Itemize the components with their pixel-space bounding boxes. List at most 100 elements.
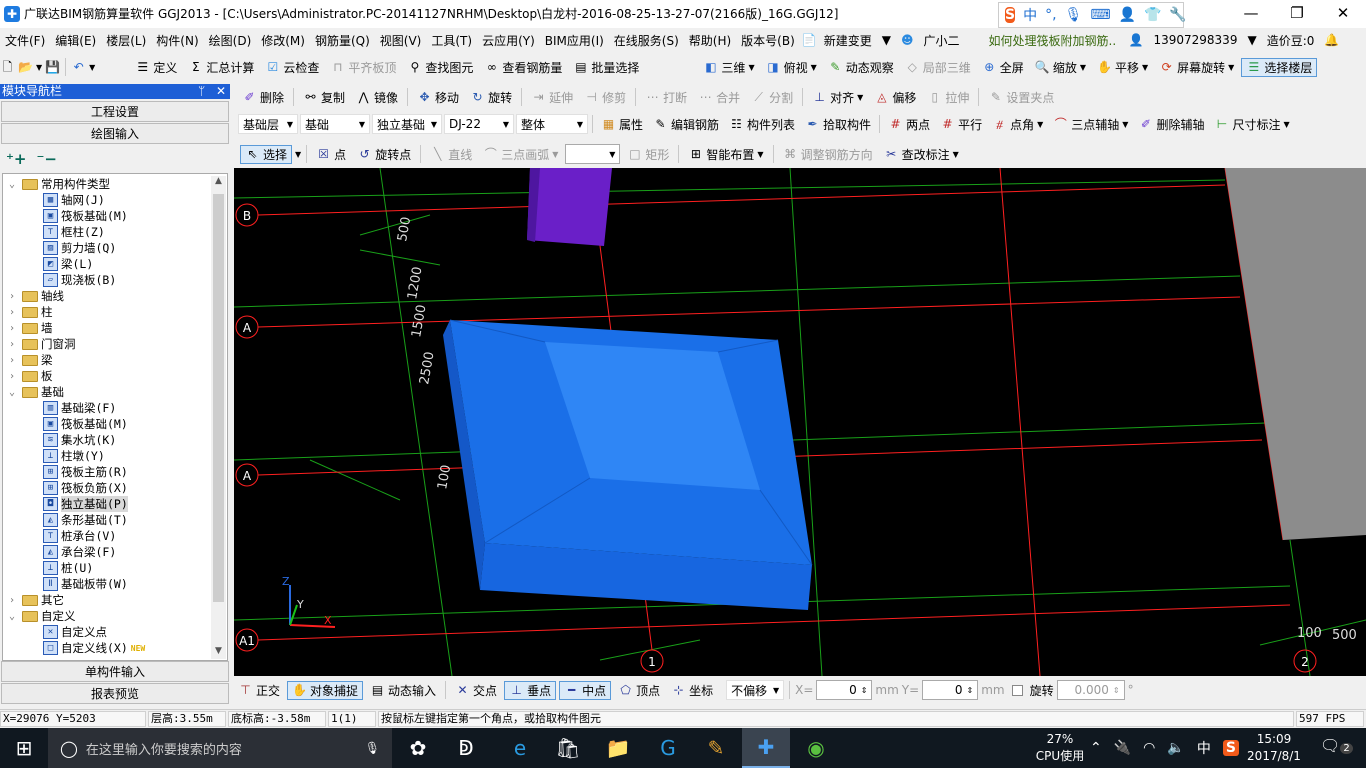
orbit-button[interactable]: ✎ 动态观察: [824, 59, 898, 76]
component-select[interactable]: DJ-22 ▼: [444, 114, 514, 134]
chevron-down-icon[interactable]: ▼: [953, 150, 959, 159]
extend-button[interactable]: ⇥ 延伸: [527, 89, 577, 106]
type-select[interactable]: 独立基础 ▼: [372, 114, 442, 134]
trim-button[interactable]: ⊣ 修剪: [580, 89, 630, 106]
new-change-button[interactable]: 新建变更: [819, 32, 877, 49]
menu-component[interactable]: 构件(N): [151, 32, 203, 49]
tree-item[interactable]: ⊥ 桩(U): [43, 560, 93, 576]
menu-version[interactable]: 版本号(B): [736, 32, 800, 49]
tree-item[interactable]: ⌄ 基础: [9, 384, 64, 400]
chevron-down-icon[interactable]: ▼: [552, 150, 558, 159]
component-list-button[interactable]: ☷ 构件列表: [725, 116, 799, 133]
collapsed-chevron-icon[interactable]: ›: [9, 595, 19, 606]
tree-item[interactable]: ≋ 集水坑(K): [43, 432, 116, 448]
clock[interactable]: 15:09 2017/8/1: [1246, 731, 1302, 765]
set-grip-button[interactable]: ✎ 设置夹点: [984, 89, 1058, 106]
tree-item[interactable]: ▱ 现浇板(B): [43, 272, 116, 288]
browser-icon[interactable]: ↁ: [442, 728, 490, 768]
chevron-down-icon[interactable]: ▼: [89, 63, 95, 72]
merge-button[interactable]: ⋯ 合并: [694, 89, 744, 106]
y-input[interactable]: 0 ⇕: [922, 680, 979, 700]
category-select[interactable]: 基础 ▼: [300, 114, 370, 134]
select-floor-button[interactable]: ☰ 选择楼层: [1241, 57, 1318, 77]
action-center-icon[interactable]: 🗨 2: [1320, 736, 1353, 755]
tree-item[interactable]: › 其它: [9, 592, 64, 608]
ime-indicator[interactable]: 中: [1197, 738, 1211, 758]
collapsed-chevron-icon[interactable]: ›: [9, 323, 19, 334]
show-hidden-icons[interactable]: ⌃: [1090, 740, 1102, 756]
menu-draw[interactable]: 绘图(D): [204, 32, 257, 49]
notes-app-icon[interactable]: ✎: [692, 728, 740, 768]
top-view-button[interactable]: ◨ 俯视 ▼: [762, 59, 821, 76]
chevron-down-icon[interactable]: ▼: [748, 63, 754, 72]
drawing-canvas[interactable]: B A A A1 1 2 500 1200 1500 2500 100 100 …: [234, 168, 1366, 676]
assistant-button[interactable]: 广小二: [919, 32, 965, 49]
chevron-down-icon[interactable]: ▼: [295, 150, 301, 159]
intersection-snap-button[interactable]: ✕ 交点: [451, 682, 501, 699]
menu-cloud[interactable]: 云应用(Y): [477, 32, 540, 49]
restore-button[interactable]: ❐: [1274, 0, 1320, 28]
tree-item[interactable]: ⊥ 柱墩(Y): [43, 448, 105, 464]
tree-item[interactable]: ◭ 承台梁(F): [43, 544, 116, 560]
menu-edit[interactable]: 编辑(E): [50, 32, 101, 49]
tree-item[interactable]: ⊤ 框柱(Z): [43, 224, 105, 240]
rectangle-button[interactable]: □ 矩形: [623, 146, 673, 163]
scroll-down-icon[interactable]: ▼: [211, 646, 226, 656]
menu-bim[interactable]: BIM应用(I): [540, 32, 609, 49]
keyboard-icon[interactable]: ⌨: [1090, 7, 1110, 23]
chevron-down-icon[interactable]: ▼: [1080, 63, 1086, 72]
tree-item[interactable]: ▣ 筏板基础(M): [43, 208, 128, 224]
windows-start-icon[interactable]: ⊞: [0, 728, 48, 768]
stretch-button[interactable]: ▯ 拉伸: [923, 89, 973, 106]
wrench-icon[interactable]: 🔧: [1169, 7, 1186, 23]
object-snap-button[interactable]: ✋ 对象捕捉: [287, 680, 364, 700]
find-element-button[interactable]: ⚲ 查找图元: [403, 59, 477, 76]
collapsed-chevron-icon[interactable]: ›: [9, 307, 19, 318]
align-slab-top-button[interactable]: ⊓ 平齐板顶: [326, 59, 400, 76]
chevron-down-icon[interactable]: ▼: [1037, 120, 1043, 129]
power-icon[interactable]: 🔌: [1114, 740, 1131, 756]
split-button[interactable]: ⟋ 分割: [747, 89, 797, 106]
edge-icon[interactable]: e: [496, 728, 544, 768]
copy-button[interactable]: ⚯ 复制: [299, 89, 349, 106]
menu-file[interactable]: 文件(F): [0, 32, 50, 49]
scrollbar-thumb[interactable]: [213, 194, 224, 602]
spinner-icon[interactable]: ⇕: [1113, 686, 1120, 695]
offset-button[interactable]: ◬ 偏移: [870, 89, 920, 106]
collapsed-chevron-icon[interactable]: ›: [9, 355, 19, 366]
collapsed-chevron-icon[interactable]: ›: [9, 371, 19, 382]
mic-icon[interactable]: 🎙: [365, 741, 380, 755]
properties-button[interactable]: ▦ 属性: [597, 116, 647, 133]
tree-item[interactable]: ▥ 基础梁(F): [43, 400, 116, 416]
ime-lang[interactable]: 中: [1023, 5, 1037, 25]
edit-rebar-button[interactable]: ✎ 编辑钢筋: [649, 116, 723, 133]
tip-link[interactable]: 如何处理筏板附加钢筋..: [965, 32, 1117, 49]
save-icon[interactable]: 💾: [45, 60, 60, 75]
taskbar-search[interactable]: ◯ 在这里输入你要搜索的内容 🎙: [48, 728, 392, 768]
tree-item[interactable]: ⊤ 桩承台(V): [43, 528, 116, 544]
scroll-up-icon[interactable]: ▲: [211, 176, 226, 186]
collapse-all-icon[interactable]: ⁻−: [37, 150, 58, 168]
rotate-input[interactable]: 0.000 ⇕: [1056, 680, 1125, 700]
screen-rotate-button[interactable]: ⟳ 屏幕旋转 ▼: [1155, 59, 1238, 76]
skin-icon[interactable]: 👕: [1144, 7, 1161, 23]
chevron-down-icon[interactable]: ▼: [877, 33, 896, 47]
project-settings-button[interactable]: 工程设置: [1, 101, 229, 122]
menu-modify[interactable]: 修改(M): [256, 32, 310, 49]
tree-item[interactable]: ▦ 轴网(J): [43, 192, 105, 208]
pick-component-button[interactable]: ✒ 拾取构件: [801, 116, 875, 133]
chevron-down-icon[interactable]: ▼: [857, 93, 863, 102]
account-button[interactable]: 13907298339: [1148, 33, 1242, 47]
select-button[interactable]: ⇖ 选择: [240, 144, 293, 164]
menu-floor[interactable]: 楼层(L): [101, 32, 151, 49]
tree-item[interactable]: › 柱: [9, 304, 53, 320]
menu-online[interactable]: 在线服务(S): [609, 32, 684, 49]
spinner-icon[interactable]: ⇕: [966, 686, 973, 695]
chevron-down-icon[interactable]: ▼: [1142, 63, 1148, 72]
tree-item[interactable]: ⊞ 筏板主筋(R): [43, 464, 128, 480]
tree-item[interactable]: ✕ 自定义点: [43, 624, 107, 640]
perpendicular-snap-button[interactable]: ⊥ 垂点: [504, 680, 557, 700]
bell-icon[interactable]: 🔔: [1319, 33, 1344, 47]
user-icon[interactable]: 👤: [1119, 7, 1136, 23]
chevron-down-icon[interactable]: ▼: [36, 63, 42, 72]
